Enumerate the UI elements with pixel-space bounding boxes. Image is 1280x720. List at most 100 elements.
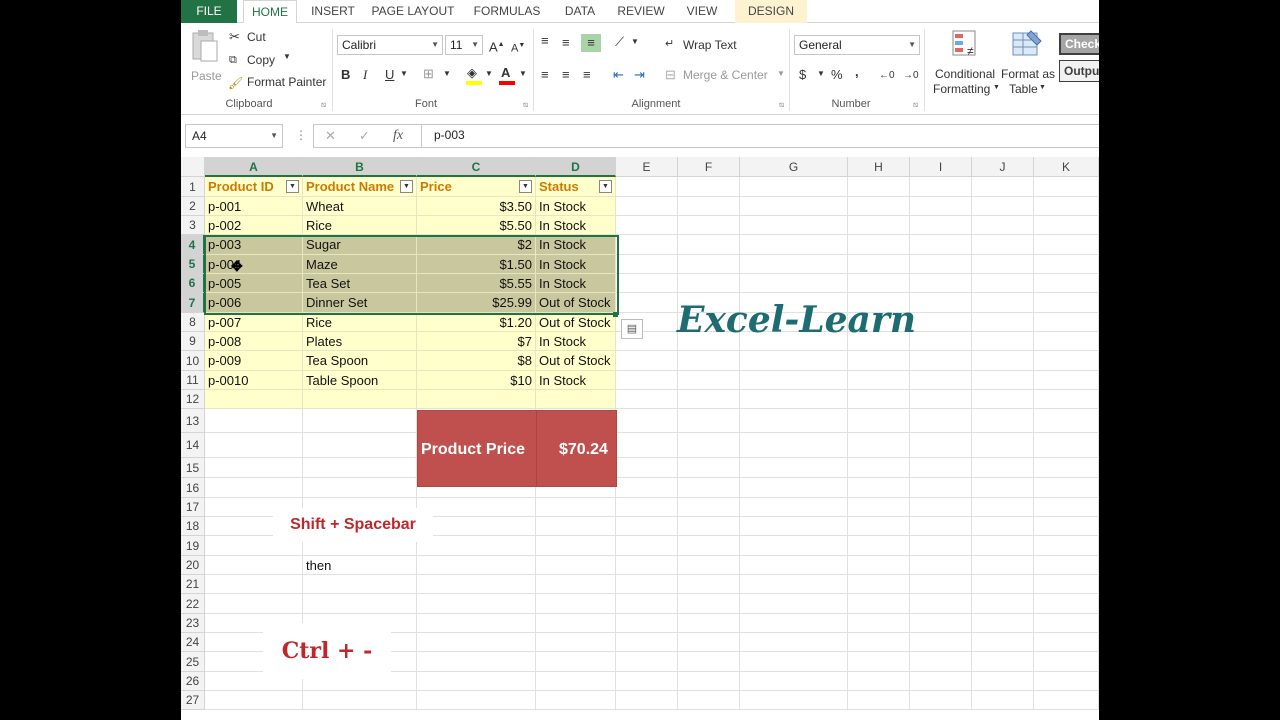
- cell-f25[interactable]: [678, 652, 740, 672]
- cell-b9[interactable]: Plates: [303, 332, 417, 351]
- cell-g20[interactable]: [740, 556, 848, 575]
- row-header-2[interactable]: 2: [181, 197, 205, 216]
- cell-c19[interactable]: [417, 536, 536, 556]
- fill-color-icon[interactable]: ◈: [467, 64, 477, 82]
- tab-data[interactable]: DATA: [557, 0, 603, 23]
- name-box[interactable]: A4 ▼: [185, 124, 283, 148]
- row-header-20[interactable]: 20: [181, 556, 205, 575]
- increase-font-icon[interactable]: A▲: [489, 36, 505, 56]
- tab-design[interactable]: DESIGN: [735, 0, 807, 23]
- cell-k17[interactable]: [1034, 498, 1099, 517]
- cell-h24[interactable]: [848, 633, 910, 652]
- cell-k2[interactable]: [1034, 197, 1099, 216]
- row-header-27[interactable]: 27: [181, 691, 205, 710]
- cell-i1[interactable]: [910, 177, 972, 197]
- enter-icon[interactable]: ✓: [359, 128, 370, 144]
- cell-g26[interactable]: [740, 672, 848, 691]
- row-header-16[interactable]: 16: [181, 478, 205, 498]
- cell-g1[interactable]: [740, 177, 848, 197]
- row-header-13[interactable]: 13: [181, 409, 205, 433]
- cell-i25[interactable]: [910, 652, 972, 672]
- borders-icon[interactable]: ⊞: [423, 65, 434, 83]
- filter-dropdown-icon[interactable]: ▼: [400, 180, 413, 193]
- cell-g6[interactable]: [740, 274, 848, 293]
- cell-k13[interactable]: [1034, 409, 1099, 433]
- row-header-14[interactable]: 14: [181, 433, 205, 458]
- select-all-corner[interactable]: [181, 157, 205, 177]
- bold-button[interactable]: B: [341, 66, 350, 84]
- cell-d21[interactable]: [536, 575, 616, 594]
- decrease-indent-icon[interactable]: ⇤: [613, 66, 624, 84]
- cell-c23[interactable]: [417, 614, 536, 633]
- cell-c1[interactable]: Price ▼: [417, 177, 536, 197]
- cell-e13[interactable]: [616, 409, 678, 433]
- cell-a5[interactable]: p-004: [205, 255, 303, 274]
- cell-f18[interactable]: [678, 517, 740, 536]
- cell-k26[interactable]: [1034, 672, 1099, 691]
- number-launcher-icon[interactable]: ⧅: [913, 100, 918, 110]
- cell-i2[interactable]: [910, 197, 972, 216]
- underline-button[interactable]: U: [385, 66, 394, 84]
- cell-f4[interactable]: [678, 235, 740, 255]
- cell-b10[interactable]: Tea Spoon: [303, 351, 417, 371]
- cell-g25[interactable]: [740, 652, 848, 672]
- cell-a16[interactable]: [205, 478, 303, 498]
- cell-i27[interactable]: [910, 691, 972, 710]
- cell-g3[interactable]: [740, 216, 848, 235]
- tab-review[interactable]: REVIEW: [613, 0, 669, 23]
- cell-b27[interactable]: [303, 691, 417, 710]
- cell-h19[interactable]: [848, 536, 910, 556]
- cell-i7[interactable]: [910, 293, 972, 313]
- copy-dropdown-icon[interactable]: ▼: [283, 52, 291, 61]
- cell-i19[interactable]: [910, 536, 972, 556]
- cell-b4[interactable]: Sugar: [303, 235, 417, 255]
- cell-f10[interactable]: [678, 351, 740, 371]
- cell-e21[interactable]: [616, 575, 678, 594]
- row-header-24[interactable]: 24: [181, 633, 205, 652]
- cell-j14[interactable]: [972, 433, 1034, 458]
- cell-a6[interactable]: p-005: [205, 274, 303, 293]
- cell-a12[interactable]: [205, 390, 303, 409]
- cell-f3[interactable]: [678, 216, 740, 235]
- cell-f27[interactable]: [678, 691, 740, 710]
- cell-k3[interactable]: [1034, 216, 1099, 235]
- cell-h27[interactable]: [848, 691, 910, 710]
- cell-j21[interactable]: [972, 575, 1034, 594]
- cell-d5[interactable]: In Stock: [536, 255, 616, 274]
- column-header-j[interactable]: J: [972, 157, 1034, 177]
- cell-e14[interactable]: [616, 433, 678, 458]
- column-header-d[interactable]: D: [536, 157, 616, 177]
- cell-c8[interactable]: $1.20: [417, 313, 536, 332]
- cell-g24[interactable]: [740, 633, 848, 652]
- cell-b20[interactable]: then: [303, 556, 417, 575]
- cell-f24[interactable]: [678, 633, 740, 652]
- cell-g16[interactable]: [740, 478, 848, 498]
- filter-dropdown-icon[interactable]: ▼: [599, 180, 612, 193]
- cell-f16[interactable]: [678, 478, 740, 498]
- cell-f19[interactable]: [678, 536, 740, 556]
- cell-c12[interactable]: [417, 390, 536, 409]
- cell-g4[interactable]: [740, 235, 848, 255]
- cell-b22[interactable]: [303, 594, 417, 614]
- cell-k25[interactable]: [1034, 652, 1099, 672]
- cell-b8[interactable]: Rice: [303, 313, 417, 332]
- cell-c3[interactable]: $5.50: [417, 216, 536, 235]
- cell-c11[interactable]: $10: [417, 371, 536, 390]
- alignment-launcher-icon[interactable]: ⧅: [779, 100, 784, 110]
- cell-e12[interactable]: [616, 390, 678, 409]
- cell-i15[interactable]: [910, 458, 972, 478]
- cell-b13[interactable]: [303, 409, 417, 433]
- font-size-select[interactable]: 11 ▼: [445, 35, 483, 55]
- cell-d10[interactable]: Out of Stock: [536, 351, 616, 371]
- cell-a13[interactable]: [205, 409, 303, 433]
- align-top-icon[interactable]: ≡: [541, 32, 549, 50]
- cell-d6[interactable]: In Stock: [536, 274, 616, 293]
- cell-a2[interactable]: p-001: [205, 197, 303, 216]
- cell-d22[interactable]: [536, 594, 616, 614]
- cell-g10[interactable]: [740, 351, 848, 371]
- cell-g11[interactable]: [740, 371, 848, 390]
- increase-decimal-icon[interactable]: ←0: [879, 67, 895, 85]
- cell-f14[interactable]: [678, 433, 740, 458]
- cell-j22[interactable]: [972, 594, 1034, 614]
- row-header-15[interactable]: 15: [181, 458, 205, 478]
